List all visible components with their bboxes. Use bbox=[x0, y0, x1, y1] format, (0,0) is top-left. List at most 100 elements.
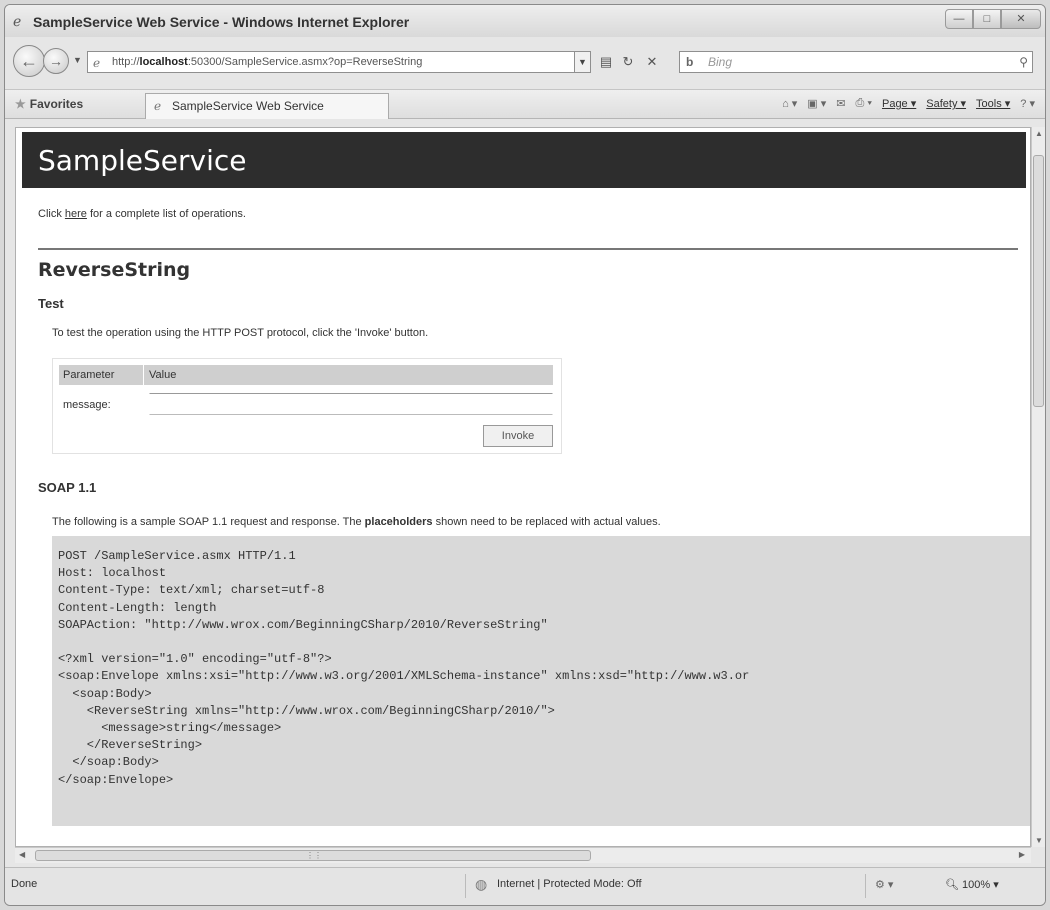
zone-text: Internet | Protected Mode: Off bbox=[497, 878, 642, 890]
vertical-scroll-thumb[interactable] bbox=[1033, 155, 1044, 407]
back-button[interactable]: ← bbox=[13, 45, 45, 77]
code-line: <soap:Envelope xmlns:xsi="http://www.w3.… bbox=[58, 669, 750, 684]
code-line: POST /SampleService.asmx HTTP/1.1 bbox=[58, 549, 296, 563]
search-placeholder: Bing bbox=[708, 55, 733, 69]
status-bar: Done ◍ Internet | Protected Mode: Off ⚙ … bbox=[5, 867, 1045, 905]
zoom-level[interactable]: 🔍︎ 100% ▾ bbox=[945, 878, 999, 891]
message-label: message: bbox=[63, 399, 111, 411]
scroll-up-icon[interactable]: ▲ bbox=[1035, 129, 1043, 138]
code-line: Content-Length: length bbox=[58, 600, 217, 615]
minimize-button[interactable]: — bbox=[945, 9, 973, 29]
tools-menu[interactable]: Tools ▾ bbox=[976, 97, 1010, 110]
search-box[interactable]: b Bing ⚲ bbox=[679, 51, 1033, 73]
code-line: <ReverseString xmlns="http://www.wrox.co… bbox=[58, 703, 555, 718]
address-bar[interactable]: ℯ http://localhost:50300/SampleService.a… bbox=[87, 51, 575, 73]
close-button[interactable]: ✕ bbox=[1001, 9, 1041, 29]
test-description: To test the operation using the HTTP POS… bbox=[52, 327, 429, 339]
compatibility-view-icon[interactable]: ▤ bbox=[595, 51, 617, 73]
maximize-button[interactable]: □ bbox=[973, 9, 1001, 29]
header-divider bbox=[143, 365, 144, 385]
address-prefix: http:// bbox=[112, 56, 140, 68]
refresh-icon[interactable]: ↻ bbox=[617, 51, 639, 73]
invoke-button[interactable]: Invoke bbox=[483, 425, 553, 447]
tab-title: SampleService Web Service bbox=[172, 99, 324, 113]
value-column-header: Value bbox=[149, 369, 177, 381]
intro-text: Click here for a complete list of operat… bbox=[38, 208, 246, 220]
browser-tab[interactable]: ℯ SampleService Web Service bbox=[145, 93, 389, 119]
parameter-form: Parameter Value message: Invoke bbox=[52, 358, 562, 454]
code-line: <message>string</message> bbox=[58, 721, 282, 736]
back-arrow-icon: ← bbox=[20, 51, 38, 71]
address-dropdown-icon[interactable]: ▼ bbox=[575, 51, 591, 73]
divider bbox=[38, 248, 1018, 250]
favorites-bar: ★ Favorites ℯ SampleService Web Service ⌂… bbox=[5, 89, 1045, 119]
soap-text-bold: placeholders bbox=[364, 516, 433, 528]
soap-request-sample: POST /SampleService.asmx HTTP/1.1 Host: l… bbox=[52, 536, 1030, 826]
print-icon[interactable]: ⎙ ▾ bbox=[856, 97, 872, 110]
forward-arrow-icon: → bbox=[49, 53, 63, 69]
favorites-label: Favorites bbox=[29, 97, 84, 111]
address-path: :50300/SampleService.asmx?op=ReverseStri… bbox=[187, 56, 423, 68]
code-line: Host: localhost bbox=[58, 566, 167, 581]
browser-window: ℯ SampleService Web Service - Windows In… bbox=[4, 4, 1046, 906]
help-icon[interactable]: ? ▾ bbox=[1020, 97, 1035, 110]
addons-icon[interactable]: ⚙ ▾ bbox=[875, 878, 893, 891]
favorites-button[interactable]: ★ Favorites bbox=[15, 97, 83, 111]
soap-description: The following is a sample SOAP 1.1 reque… bbox=[52, 516, 661, 528]
zoom-value: 100% bbox=[962, 879, 991, 891]
intro-prefix: Click bbox=[38, 208, 62, 220]
globe-icon: ◍ bbox=[475, 876, 488, 892]
security-zone[interactable]: ◍ Internet | Protected Mode: Off bbox=[475, 876, 642, 898]
scroll-grip-icon: ⋮⋮ bbox=[306, 851, 322, 860]
mail-icon[interactable]: ✉ bbox=[836, 97, 845, 110]
operations-list-link[interactable]: here bbox=[65, 208, 87, 220]
horizontal-scroll-thumb[interactable]: ⋮⋮ bbox=[35, 850, 591, 861]
window-controls: — □ ✕ bbox=[945, 9, 1041, 29]
parameter-table-header: Parameter Value bbox=[59, 365, 553, 385]
status-separator bbox=[465, 874, 466, 898]
tab-page-icon: ℯ bbox=[154, 99, 162, 113]
safety-menu[interactable]: Safety ▾ bbox=[926, 97, 966, 110]
service-banner: SampleService bbox=[22, 132, 1026, 188]
page-content: SampleService Click here for a complete … bbox=[15, 127, 1031, 847]
soap-text-prefix: The following is a sample SOAP 1.1 reque… bbox=[52, 516, 362, 528]
page-icon: ℯ bbox=[93, 56, 101, 70]
parameter-column-header: Parameter bbox=[63, 369, 115, 381]
search-icon[interactable]: ⚲ bbox=[1019, 52, 1028, 72]
title-bar[interactable]: ℯ SampleService Web Service - Windows In… bbox=[5, 5, 1045, 37]
status-text: Done bbox=[11, 878, 38, 890]
test-heading: Test bbox=[38, 296, 64, 311]
code-line: Content-Type: text/xml; charset=utf-8 bbox=[58, 583, 325, 598]
page-menu[interactable]: Page ▾ bbox=[882, 97, 916, 110]
command-bar: ⌂ ▾ ▣ ▾ ✉ ⎙ ▾ Page ▾ Safety ▾ Tools ▾ ? … bbox=[782, 97, 1035, 110]
navigation-bar: ← → ▼ ℯ http://localhost:50300/SampleSer… bbox=[5, 37, 1045, 87]
feeds-icon[interactable]: ▣ ▾ bbox=[807, 97, 826, 110]
horizontal-scrollbar[interactable]: ◀ ⋮⋮ ▶ bbox=[15, 847, 1031, 863]
intro-suffix: for a complete list of operations. bbox=[90, 208, 246, 220]
home-icon[interactable]: ⌂ ▾ bbox=[782, 97, 797, 110]
soap-text-suffix: shown need to be replaced with actual va… bbox=[435, 516, 661, 528]
scroll-right-icon[interactable]: ▶ bbox=[1019, 850, 1025, 859]
star-icon: ★ bbox=[15, 97, 26, 111]
scroll-left-icon[interactable]: ◀ bbox=[19, 850, 25, 859]
code-line: <?xml version="1.0" encoding="utf-8"?> bbox=[58, 652, 332, 667]
code-line: SOAPAction: "http://www.wrox.com/Beginni… bbox=[58, 617, 548, 632]
recent-pages-dropdown-icon[interactable]: ▼ bbox=[73, 55, 82, 65]
scroll-down-icon[interactable]: ▼ bbox=[1035, 836, 1043, 845]
status-separator-2 bbox=[865, 874, 866, 898]
stop-icon[interactable]: ✕ bbox=[641, 51, 663, 73]
code-line: </soap:Body> bbox=[58, 755, 159, 770]
bing-logo-icon: b bbox=[686, 55, 694, 69]
operation-title: ReverseString bbox=[38, 259, 191, 281]
code-line: </ReverseString> bbox=[58, 738, 203, 753]
ie-logo-icon: ℯ bbox=[13, 13, 22, 29]
address-host: localhost bbox=[139, 56, 188, 68]
message-input[interactable] bbox=[149, 393, 553, 415]
vertical-scrollbar[interactable]: ▲ ▼ bbox=[1031, 127, 1045, 847]
soap-heading: SOAP 1.1 bbox=[38, 480, 97, 495]
code-line: <soap:Body> bbox=[58, 686, 152, 701]
forward-button[interactable]: → bbox=[43, 48, 69, 74]
code-line: </soap:Envelope> bbox=[58, 772, 174, 787]
window-title: SampleService Web Service - Windows Inte… bbox=[33, 14, 410, 30]
